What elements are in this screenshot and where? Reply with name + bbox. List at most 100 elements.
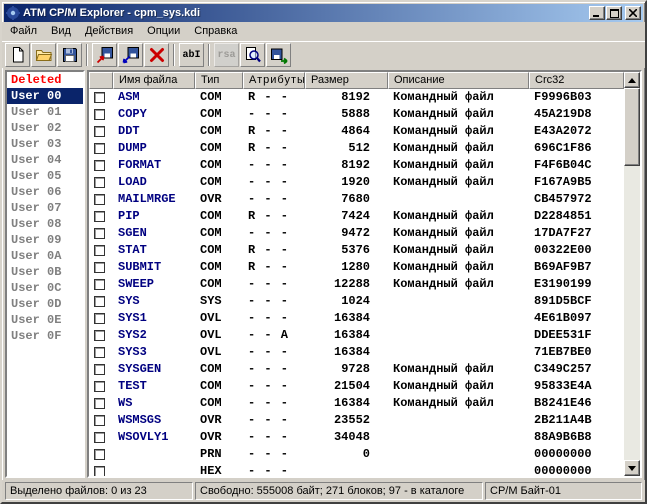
user-list-item-user-0e[interactable]: User 0E [7,312,83,328]
delete-files-button[interactable] [144,43,169,67]
file-type: COM [195,123,243,140]
column-header-attrs[interactable]: Атрибуты [243,72,305,89]
user-list-item-user-06[interactable]: User 06 [7,184,83,200]
file-row[interactable]: WSOVLY1OVR- - -3404888A9B6B8 [89,429,624,446]
file-row[interactable]: SYS3OVL- - -1638471EB7BE0 [89,344,624,361]
file-size: 12288 [305,276,388,293]
file-row[interactable]: SYSSYS- - -1024891D5BCF [89,293,624,310]
menu-file[interactable]: Файл [3,22,44,41]
user-list-item-user-07[interactable]: User 07 [7,200,83,216]
column-header-crc[interactable]: Crc32 [529,72,624,89]
file-checkbox[interactable] [94,313,105,324]
file-attrs: - - - [243,174,305,191]
user-list-item-deleted[interactable]: Deleted [7,72,83,88]
file-checkbox[interactable] [94,109,105,120]
file-checkbox[interactable] [94,262,105,273]
user-list-item-user-0d[interactable]: User 0D [7,296,83,312]
rename-button[interactable]: abI [179,43,204,67]
column-header-desc[interactable]: Описание [388,72,529,89]
file-checkbox[interactable] [94,296,105,307]
file-row[interactable]: TESTCOM- - -21504Командный файл95833E4A [89,378,624,395]
file-checkbox[interactable] [94,364,105,375]
file-checkbox[interactable] [94,228,105,239]
file-row[interactable]: SYS2OVL- - A16384DDEE531F [89,327,624,344]
scroll-down-button[interactable] [624,460,640,476]
file-checkbox[interactable] [94,279,105,290]
add-files-button[interactable] [92,43,117,67]
user-list-item-user-08[interactable]: User 08 [7,216,83,232]
file-row[interactable]: ASMCOMR - -8192Командный файлF9996B03 [89,89,624,106]
file-row[interactable]: SYS1OVL- - -163844E61B097 [89,310,624,327]
file-checkbox[interactable] [94,126,105,137]
file-row[interactable]: WSMSGSOVR- - -235522B211A4B [89,412,624,429]
user-list-item-user-00[interactable]: User 00 [7,88,83,104]
file-checkbox[interactable] [94,415,105,426]
file-checkbox[interactable] [94,92,105,103]
column-header-name[interactable]: Имя файла [113,72,195,89]
user-list-item-user-04[interactable]: User 04 [7,152,83,168]
save-button[interactable] [57,43,82,67]
file-row[interactable]: STATCOMR - -5376Командный файл00322E00 [89,242,624,259]
new-document-button[interactable] [5,43,30,67]
file-row[interactable]: SYSGENCOM- - -9728Командный файлC349C257 [89,361,624,378]
user-list-item-user-01[interactable]: User 01 [7,104,83,120]
file-checkbox[interactable] [94,160,105,171]
preview-button[interactable] [240,43,265,67]
file-row[interactable]: DUMPCOMR - -512Командный файл696C1F86 [89,140,624,157]
file-row[interactable]: DDTCOMR - -4864Командный файлE43A2072 [89,123,624,140]
user-list-item-user-0b[interactable]: User 0B [7,264,83,280]
file-checkbox[interactable] [94,211,105,222]
maximize-button[interactable] [606,6,622,20]
title-bar[interactable]: ATM CP/M Explorer - cpm_sys.kdi [4,4,643,22]
file-row[interactable]: SWEEPCOM- - -12288Командный файлE3190199 [89,276,624,293]
file-row[interactable]: HEX- - -00000000 [89,463,624,476]
user-list-item-user-03[interactable]: User 03 [7,136,83,152]
file-row[interactable]: PRN- - -000000000 [89,446,624,463]
file-row[interactable]: LOADCOM- - -1920Командный файлF167A9B5 [89,174,624,191]
column-header-check[interactable] [89,72,113,89]
file-checkbox[interactable] [94,381,105,392]
file-row[interactable]: WSCOM- - -16384Командный файлB8241E46 [89,395,624,412]
file-checkbox[interactable] [94,177,105,188]
file-row[interactable]: SUBMITCOMR - -1280Командный файлB69AF9B7 [89,259,624,276]
user-list-item-user-02[interactable]: User 02 [7,120,83,136]
menu-help[interactable]: Справка [187,22,244,41]
file-row[interactable]: SGENCOM- - -9472Командный файл17DA7F27 [89,225,624,242]
file-checkbox[interactable] [94,194,105,205]
file-row[interactable]: FORMATCOM- - -8192Командный файлF4F6B04C [89,157,624,174]
column-header-type[interactable]: Тип [195,72,243,89]
file-checkbox[interactable] [94,143,105,154]
menu-view[interactable]: Вид [44,22,78,41]
column-header-size[interactable]: Размер [305,72,388,89]
file-checkbox[interactable] [94,347,105,358]
file-crc: 00000000 [529,463,624,476]
file-checkbox[interactable] [94,330,105,341]
rsa-button[interactable]: rsa [214,43,239,67]
file-checkbox[interactable] [94,432,105,443]
user-list-item-user-0a[interactable]: User 0A [7,248,83,264]
user-list-item-user-0f[interactable]: User 0F [7,328,83,344]
file-desc: Командный файл [388,174,529,191]
file-row[interactable]: MAILMRGEOVR- - -7680CB457972 [89,191,624,208]
scrollbar-track[interactable] [624,88,640,460]
vertical-scrollbar[interactable] [624,72,640,476]
user-list-item-user-0c[interactable]: User 0C [7,280,83,296]
file-checkbox[interactable] [94,245,105,256]
file-checkbox[interactable] [94,398,105,409]
close-button[interactable] [625,6,641,20]
menu-options[interactable]: Опции [140,22,187,41]
scroll-up-button[interactable] [624,72,640,88]
extract-files-button[interactable] [118,43,143,67]
open-folder-button[interactable] [31,43,56,67]
user-list-item-user-09[interactable]: User 09 [7,232,83,248]
file-row[interactable]: PIPCOMR - -7424Командный файлD2284851 [89,208,624,225]
file-checkbox[interactable] [94,449,105,460]
file-row[interactable]: COPYCOM- - -5888Командный файл45A219D8 [89,106,624,123]
scrollbar-thumb[interactable] [624,88,640,166]
write-image-button[interactable] [266,43,291,67]
file-attrs: R - - [243,89,305,106]
menu-actions[interactable]: Действия [78,22,140,41]
user-list-item-user-05[interactable]: User 05 [7,168,83,184]
minimize-button[interactable] [589,6,605,20]
file-checkbox[interactable] [94,466,105,476]
